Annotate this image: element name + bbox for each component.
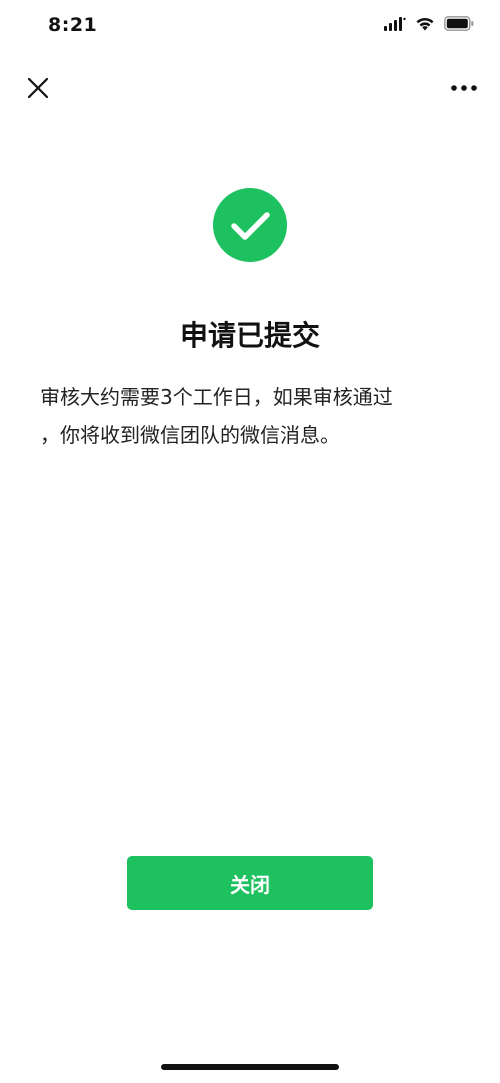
battery-icon — [444, 16, 474, 31]
wifi-icon — [415, 16, 435, 31]
close-icon[interactable] — [24, 74, 52, 102]
check-circle-icon — [213, 188, 287, 262]
home-indicator[interactable] — [161, 1064, 339, 1070]
status-time: 8:21 — [48, 14, 98, 36]
status-bar: 8:21 — [0, 0, 500, 52]
result-description: 审核大约需要3个工作日，如果审核通过 ，你将收到微信团队的微信消息。 — [40, 378, 464, 454]
more-icon[interactable] — [448, 74, 480, 102]
close-button[interactable]: 关闭 — [127, 856, 373, 910]
status-icons — [384, 16, 474, 31]
description-line-2: ，你将收到微信团队的微信消息。 — [40, 423, 340, 447]
page-title: 申请已提交 — [179, 319, 320, 352]
description-line-1: 审核大约需要3个工作日，如果审核通过 — [40, 385, 393, 409]
signal-icon — [384, 16, 406, 31]
